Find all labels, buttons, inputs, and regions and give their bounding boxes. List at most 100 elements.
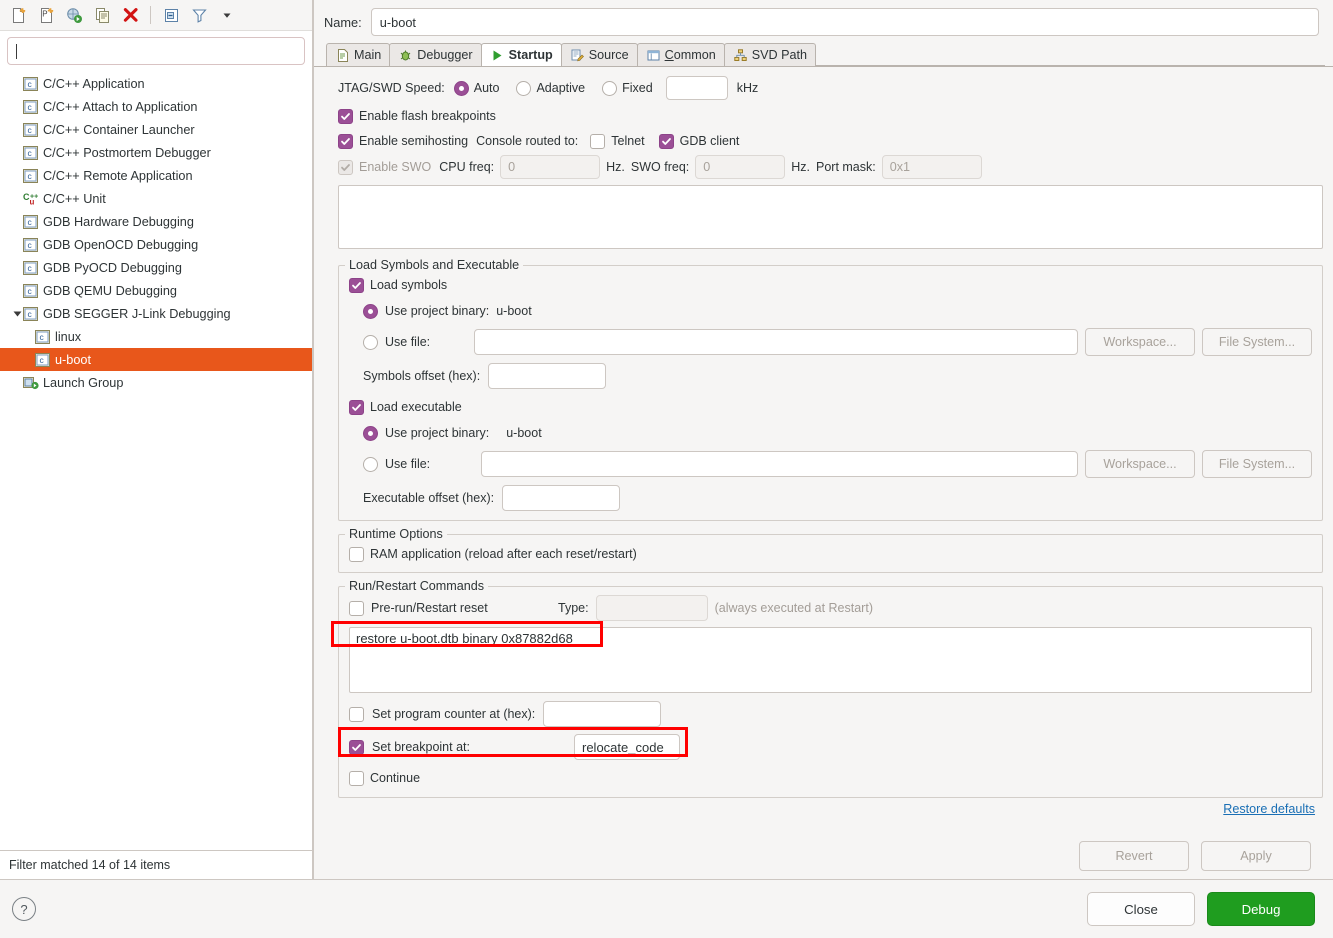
delete-button[interactable] — [117, 3, 143, 27]
configuration-tabs[interactable]: Main Debugger Startup Source Common SVD Path — [314, 43, 1333, 67]
exec-project-binary-radio[interactable] — [363, 425, 378, 441]
tree-item[interactable]: c linux — [0, 325, 312, 348]
new-prototype-button[interactable]: P — [33, 3, 59, 27]
set-breakpoint-input[interactable]: relocate_code — [574, 734, 680, 760]
tab-source[interactable]: Source — [560, 43, 638, 66]
symbols-offset-input[interactable] — [488, 363, 607, 389]
continue-row[interactable]: Continue — [349, 767, 1312, 789]
tab-svd-path[interactable]: SVD Path — [723, 43, 817, 66]
filter-input[interactable] — [7, 37, 305, 65]
view-menu-button[interactable] — [214, 3, 240, 27]
restore-defaults-link[interactable]: Restore defaults — [1223, 802, 1315, 816]
exec-filesystem-label: File System... — [1218, 457, 1296, 471]
load-executable-row[interactable]: Load executable — [349, 396, 1312, 418]
c-launch-icon: c — [23, 237, 38, 252]
text-caret — [16, 43, 17, 59]
tree-item[interactable]: c GDB OpenOCD Debugging — [0, 233, 312, 256]
tree-item[interactable]: c C/C++ Application — [0, 72, 312, 95]
tree-item[interactable]: c C/C++ Remote Application — [0, 164, 312, 187]
tab-common[interactable]: Common — [636, 43, 725, 66]
close-button[interactable]: Close — [1087, 892, 1195, 926]
runtime-options-group: Runtime Options RAM application (reload … — [338, 527, 1323, 573]
exec-use-file-radio[interactable] — [363, 456, 378, 472]
initialization-commands-textarea[interactable] — [338, 185, 1323, 249]
flash-breakpoints-checkbox[interactable] — [338, 108, 353, 124]
filter-button[interactable] — [186, 3, 212, 27]
fixed-radio[interactable] — [602, 80, 618, 96]
load-symbols-group: Load Symbols and Executable Load symbols… — [338, 258, 1323, 521]
speed-option-fixed[interactable]: Fixed — [602, 77, 653, 99]
symbols-file-input[interactable] — [474, 329, 1078, 355]
c-launch-icon: c — [23, 145, 38, 160]
tree-item[interactable]: Launch Group — [0, 371, 312, 394]
gdb-client-checkbox[interactable] — [658, 133, 674, 149]
tree-item-selected[interactable]: c u-boot — [0, 348, 312, 371]
set-pc-checkbox[interactable] — [349, 706, 364, 722]
exec-filesystem-button[interactable]: File System... — [1202, 450, 1312, 478]
exec-workspace-button[interactable]: Workspace... — [1085, 450, 1195, 478]
export-button[interactable] — [61, 3, 87, 27]
delete-icon — [123, 7, 138, 22]
exec-offset-input[interactable] — [502, 485, 621, 511]
speed-option-adaptive[interactable]: Adaptive — [516, 77, 585, 99]
symbols-project-binary-radio[interactable] — [363, 303, 378, 319]
exec-file-input[interactable] — [481, 451, 1078, 477]
speed-option-auto[interactable]: Auto — [453, 77, 499, 99]
tree-item[interactable]: c C/C++ Container Launcher — [0, 118, 312, 141]
filter-icon — [191, 8, 207, 23]
ram-application-row[interactable]: RAM application (reload after each reset… — [349, 543, 1312, 565]
tree-item[interactable]: c C/C++ Postmortem Debugger — [0, 141, 312, 164]
new-prototype-icon: P — [40, 7, 53, 23]
flash-breakpoints-row[interactable]: Enable flash breakpoints — [338, 105, 1325, 127]
ram-application-checkbox[interactable] — [349, 546, 364, 562]
symbols-project-binary-row[interactable]: Use project binary: u-boot — [363, 300, 1312, 322]
fixed-speed-input[interactable] — [665, 76, 728, 100]
port-mask-input[interactable]: 0x1 — [881, 155, 982, 179]
duplicate-button[interactable] — [89, 3, 115, 27]
semihosting-checkbox[interactable] — [338, 133, 353, 149]
load-executable-label: Load executable — [370, 400, 462, 414]
set-breakpoint-checkbox[interactable] — [349, 739, 364, 755]
prerun-reset-checkbox[interactable] — [349, 600, 364, 616]
tree-item[interactable]: c GDB PyOCD Debugging — [0, 256, 312, 279]
reset-type-input[interactable] — [595, 595, 708, 621]
symbols-use-file-radio[interactable] — [363, 334, 378, 350]
tree-item[interactable]: c GDB SEGGER J-Link Debugging — [0, 302, 312, 325]
symbols-workspace-button[interactable]: Workspace... — [1085, 328, 1195, 356]
launch-group-icon — [22, 375, 39, 391]
set-pc-input[interactable] — [543, 701, 662, 727]
tab-debugger[interactable]: Debugger — [389, 43, 482, 66]
c-launch-icon: c — [22, 260, 39, 276]
tree-item-label: C/C++ Attach to Application — [43, 99, 198, 114]
tab-startup[interactable]: Startup — [480, 43, 562, 66]
auto-radio[interactable] — [453, 80, 469, 96]
debug-button[interactable]: Debug — [1207, 892, 1315, 926]
apply-button[interactable]: Apply — [1201, 841, 1311, 871]
collapse-all-button[interactable] — [158, 3, 184, 27]
revert-button[interactable]: Revert — [1079, 841, 1189, 871]
tab-main[interactable]: Main — [326, 43, 391, 66]
telnet-checkbox[interactable] — [590, 133, 606, 149]
tree-item[interactable]: c GDB QEMU Debugging — [0, 279, 312, 302]
load-symbols-row[interactable]: Load symbols — [349, 274, 1312, 296]
adaptive-radio[interactable] — [516, 80, 532, 96]
tree-item[interactable]: c C/C++ Attach to Application — [0, 95, 312, 118]
name-input[interactable]: u-boot — [370, 8, 1319, 36]
exec-project-binary-row[interactable]: Use project binary: u-boot — [363, 422, 1312, 444]
c-launch-icon: c — [22, 145, 39, 161]
port-mask-value: 0x1 — [889, 160, 911, 174]
continue-checkbox[interactable] — [349, 770, 364, 786]
cpu-freq-input[interactable]: 0 — [500, 155, 601, 179]
load-executable-checkbox[interactable] — [349, 399, 364, 415]
symbols-filesystem-button[interactable]: File System... — [1202, 328, 1312, 356]
help-icon[interactable]: ? — [12, 897, 36, 921]
tree-item[interactable]: c GDB Hardware Debugging — [0, 210, 312, 233]
swo-checkbox[interactable] — [338, 159, 353, 175]
new-launch-configuration-button[interactable] — [5, 3, 31, 27]
tree-item[interactable]: C ++ u C/C++ Unit — [0, 187, 312, 210]
swo-freq-input[interactable]: 0 — [695, 155, 786, 179]
load-symbols-checkbox[interactable] — [349, 277, 364, 293]
configurations-tree[interactable]: c C/C++ Application c C/C++ Attach to Appli… — [0, 70, 312, 850]
c-launch-icon: c — [22, 122, 39, 138]
run-commands-textarea[interactable]: restore u-boot.dtb binary 0x87882d68 — [349, 627, 1312, 693]
